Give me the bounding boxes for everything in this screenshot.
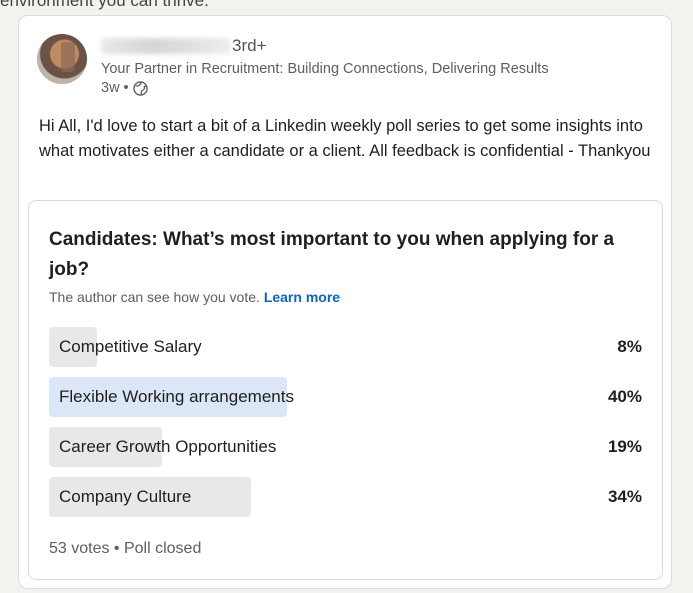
poll-option-label: Company Culture	[59, 487, 192, 506]
poll-option-label: Career Growth Opportunities	[59, 437, 277, 456]
globe-icon	[132, 80, 148, 96]
poll-visibility-text: The author can see how you vote.	[49, 289, 260, 305]
poll-option-flexible-working[interactable]: Flexible Working arrangements 40%	[49, 377, 644, 417]
learn-more-link[interactable]: Learn more	[264, 289, 340, 305]
poll-option-percent: 40%	[607, 387, 642, 406]
poll-option-company-culture[interactable]: Company Culture 34%	[49, 477, 644, 517]
post-time: 3w	[101, 80, 120, 96]
post-body: Hi All, I'd love to start a bit of a Lin…	[39, 117, 651, 160]
poll-question: Candidates: What’s most important to you…	[49, 229, 615, 280]
avatar-detail	[61, 42, 75, 72]
poll-option-label: Competitive Salary	[59, 337, 202, 356]
previous-post-cutoff-text: environment you can thrive.	[0, 0, 209, 10]
poll-option-percent: 8%	[617, 337, 642, 356]
meta-separator: •	[123, 80, 129, 96]
post-meta: 3w •	[101, 80, 148, 96]
author-avatar[interactable]	[37, 34, 87, 84]
author-headline: Your Partner in Recruitment: Building Co…	[101, 61, 549, 77]
post-card: 3rd+ Your Partner in Recruitment: Buildi…	[18, 15, 672, 589]
poll: Candidates: What’s most important to you…	[28, 200, 663, 580]
poll-option-competitive-salary[interactable]: Competitive Salary 8%	[49, 327, 644, 367]
poll-vote-count: 53 votes • Poll closed	[49, 540, 202, 557]
poll-option-career-growth[interactable]: Career Growth Opportunities 19%	[49, 427, 644, 467]
poll-option-label: Flexible Working arrangements	[59, 387, 294, 406]
connection-degree: 3rd+	[232, 36, 267, 55]
author-name-blurred[interactable]	[101, 38, 231, 54]
poll-option-percent: 19%	[607, 437, 642, 456]
poll-visibility-note: The author can see how you vote. Learn m…	[49, 289, 340, 305]
poll-option-percent: 34%	[607, 487, 642, 506]
